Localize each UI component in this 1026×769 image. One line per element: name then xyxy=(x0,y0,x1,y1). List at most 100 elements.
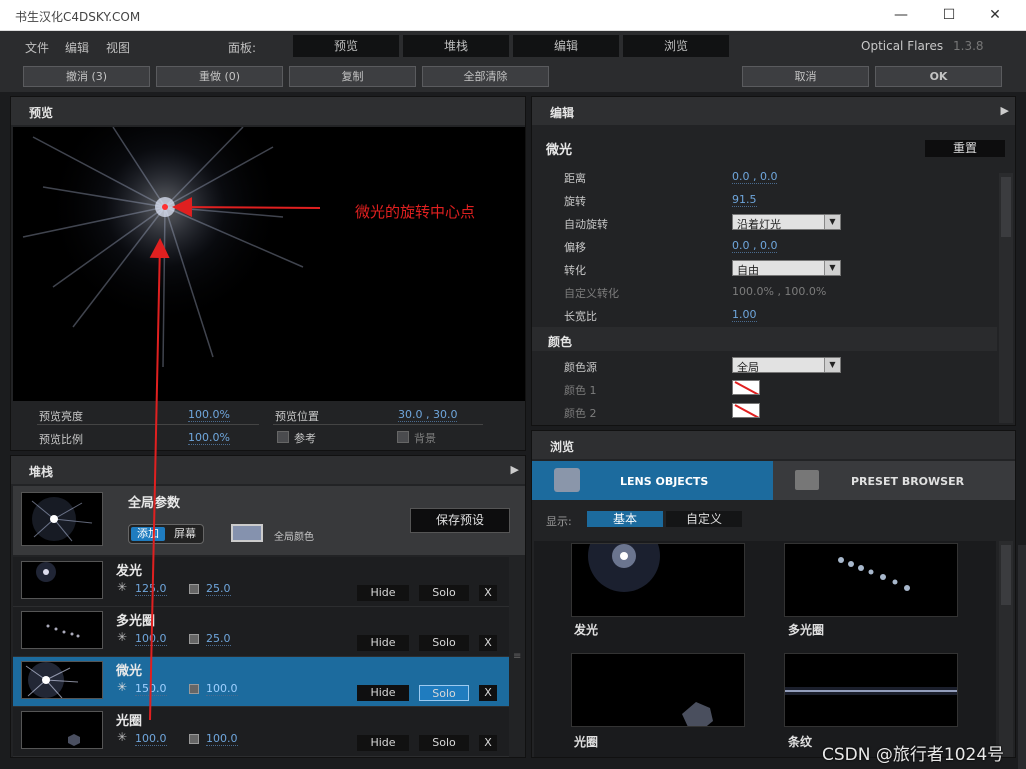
brightness-icon: ✳ xyxy=(117,580,128,594)
clear-all-button[interactable]: 全部清除 xyxy=(422,66,549,87)
remove-button[interactable]: X xyxy=(479,685,497,701)
save-preset-button[interactable]: 保存预设 xyxy=(410,508,510,533)
tab-lens-objects[interactable]: LENS OBJECTS xyxy=(532,461,773,500)
multi-iris-thumbnail xyxy=(21,611,103,649)
transform-label: 转化 xyxy=(564,264,586,277)
color2-swatch[interactable] xyxy=(732,403,760,418)
blend-add-option[interactable]: 添加 xyxy=(131,527,165,541)
stack-row-selected[interactable]: 微光 ✳ 150.0 100.0 Hide Solo X xyxy=(13,657,509,707)
multi-iris-preview[interactable] xyxy=(784,543,958,617)
hide-button[interactable]: Hide xyxy=(357,685,409,701)
divider xyxy=(273,424,483,425)
preview-header: 预览 xyxy=(11,97,525,125)
color1-swatch[interactable] xyxy=(732,380,760,395)
background-checkbox[interactable] xyxy=(397,431,409,443)
editor-title: 编辑 xyxy=(550,106,575,120)
panel-tab-editor[interactable]: 编辑 xyxy=(513,35,619,57)
browser-header: 浏览 xyxy=(532,431,1015,459)
glow-preview[interactable] xyxy=(571,543,745,617)
streak-preview[interactable] xyxy=(784,653,958,727)
transform-dropdown[interactable]: 自由 ▼ xyxy=(732,260,841,277)
background-app-edge xyxy=(1018,545,1026,769)
panel-tab-preview[interactable]: 预览 xyxy=(293,35,399,57)
scroll-grip-icon[interactable]: ≡ xyxy=(513,651,521,662)
ok-button[interactable]: OK xyxy=(875,66,1002,87)
editor-header: 编辑 ▶ xyxy=(532,97,1015,125)
row-brightness-value[interactable]: 150.0 xyxy=(135,682,167,696)
redo-button[interactable]: 重做 (0) xyxy=(156,66,283,87)
solo-button[interactable]: Solo xyxy=(419,635,469,651)
menu-file[interactable]: 文件 xyxy=(25,39,49,56)
color1-label: 颜色 1 xyxy=(564,384,597,397)
display-basic-option[interactable]: 基本 xyxy=(587,511,663,527)
display-custom-option[interactable]: 自定义 xyxy=(666,511,742,527)
stack-row-name: 光圈 xyxy=(116,714,143,729)
row-brightness-value[interactable]: 100.0 xyxy=(135,732,167,746)
menu-view[interactable]: 视图 xyxy=(106,39,130,56)
custom-transform-label: 自定义转化 xyxy=(564,287,619,300)
undo-button[interactable]: 撤消 (3) xyxy=(23,66,150,87)
tab-preset-browser[interactable]: PRESET BROWSER xyxy=(773,461,1015,500)
rotation-value[interactable]: 91.5 xyxy=(732,193,757,207)
solo-button[interactable]: Solo xyxy=(419,735,469,751)
copy-button[interactable]: 复制 xyxy=(289,66,416,87)
iris-preview[interactable] xyxy=(571,653,745,727)
row-scale-value[interactable]: 100.0 xyxy=(206,732,238,746)
preview-viewport[interactable] xyxy=(13,127,525,401)
flare-preview-graphic xyxy=(22,127,304,368)
stack-row[interactable]: 光圈 ✳ 100.0 100.0 Hide Solo X xyxy=(13,707,509,757)
scroll-thumb[interactable] xyxy=(1001,545,1011,605)
minimize-button[interactable]: — xyxy=(886,4,916,26)
browser-scrollbar[interactable] xyxy=(999,541,1013,757)
preview-position-value[interactable]: 30.0 , 30.0 xyxy=(398,408,458,422)
remove-button[interactable]: X xyxy=(479,585,497,601)
expand-arrow-icon[interactable]: ▶ xyxy=(1001,104,1009,117)
panel-tab-browser[interactable]: 浏览 xyxy=(623,35,729,57)
browser-item-name: 光圈 xyxy=(574,735,599,749)
aspect-ratio-value[interactable]: 1.00 xyxy=(732,308,757,322)
maximize-button[interactable]: ☐ xyxy=(934,4,964,26)
browser-panel: 浏览 LENS OBJECTS PRESET BROWSER 显示: 基本 自定… xyxy=(531,430,1016,758)
display-label: 显示: xyxy=(546,515,572,528)
brightness-icon: ✳ xyxy=(117,630,128,644)
reset-button[interactable]: 重置 xyxy=(925,140,1005,157)
expand-arrow-icon[interactable]: ▶ xyxy=(511,463,519,476)
remove-button[interactable]: X xyxy=(479,635,497,651)
hide-button[interactable]: Hide xyxy=(357,585,409,601)
auto-rotate-dropdown[interactable]: 沿着灯光 ▼ xyxy=(732,214,841,231)
reference-checkbox[interactable] xyxy=(277,431,289,443)
global-color-swatch[interactable] xyxy=(231,524,263,542)
window-title: 书生汉化C4DSKY.COM xyxy=(15,10,141,24)
cancel-button[interactable]: 取消 xyxy=(742,66,869,87)
row-brightness-value[interactable]: 125.0 xyxy=(135,582,167,596)
solo-button[interactable]: Solo xyxy=(419,585,469,601)
product-version: 1.3.8 xyxy=(953,39,984,53)
stack-row[interactable]: 发光 ✳ 125.0 25.0 Hide Solo X xyxy=(13,557,509,607)
color-source-dropdown[interactable]: 全局 ▼ xyxy=(732,357,841,374)
row-scale-value[interactable]: 25.0 xyxy=(206,632,231,646)
editor-scrollbar[interactable] xyxy=(999,173,1013,423)
preview-brightness-value[interactable]: 100.0% xyxy=(188,408,230,422)
menu-bar: 文件 编辑 视图 面板: 预览 堆栈 编辑 浏览 Optical Flares … xyxy=(0,31,1026,61)
row-scale-value[interactable]: 100.0 xyxy=(206,682,238,696)
chevron-down-icon: ▼ xyxy=(824,358,840,372)
blend-screen-option[interactable]: 屏幕 xyxy=(168,527,202,541)
preset-folder-icon xyxy=(795,470,819,490)
row-scale-value[interactable]: 25.0 xyxy=(206,582,231,596)
solo-button[interactable]: Solo xyxy=(419,685,469,701)
row-brightness-value[interactable]: 100.0 xyxy=(135,632,167,646)
remove-button[interactable]: X xyxy=(479,735,497,751)
menu-edit[interactable]: 编辑 xyxy=(65,39,89,56)
distance-value[interactable]: 0.0 , 0.0 xyxy=(732,170,778,184)
panel-tab-stack[interactable]: 堆栈 xyxy=(403,35,509,57)
stack-row[interactable]: 多光圈 ✳ 100.0 25.0 Hide Solo X xyxy=(13,607,509,657)
close-button[interactable]: ✕ xyxy=(980,4,1010,26)
hide-button[interactable]: Hide xyxy=(357,635,409,651)
distance-label: 距离 xyxy=(564,172,586,185)
preview-scale-value[interactable]: 100.0% xyxy=(188,431,230,445)
browser-item-name: 多光圈 xyxy=(788,623,825,637)
scroll-thumb[interactable] xyxy=(1001,177,1011,237)
offset-value[interactable]: 0.0 , 0.0 xyxy=(732,239,778,253)
watermark: CSDN @旅行者1024号 xyxy=(822,745,1005,765)
hide-button[interactable]: Hide xyxy=(357,735,409,751)
